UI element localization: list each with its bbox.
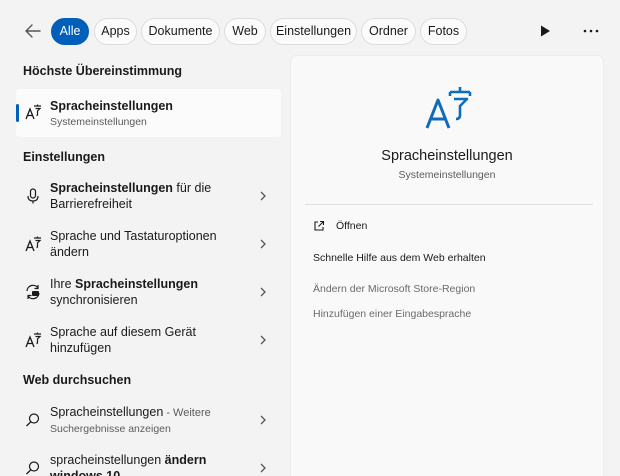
web-result-line1: spracheinstellungen ändern [50, 453, 207, 467]
settings-item-line2: synchronisieren [50, 293, 138, 307]
settings-item-line2: hinzufügen [50, 341, 112, 355]
preview-title: Spracheinstellungen [381, 148, 513, 164]
add-input-language-link[interactable]: Hinzufügen einer Eingabesprache [313, 308, 471, 320]
settings-item-line2: Barrierefreiheit [50, 197, 132, 211]
best-match-item[interactable]: Spracheinstellungen Systemeinstellungen [16, 89, 281, 137]
language-app-icon [425, 87, 472, 129]
language-icon [25, 104, 42, 120]
best-match-title: Spracheinstellungen [50, 99, 173, 113]
filter-web[interactable]: Web [224, 18, 266, 45]
settings-item-line1: Sprache auf diesem Gerät [50, 325, 196, 339]
chevron-right-icon [260, 287, 266, 297]
filter-settings[interactable]: Einstellungen [270, 18, 357, 45]
preview-panel: Spracheinstellungen Systemeinstellungen … [290, 55, 604, 476]
search-icon [26, 461, 40, 475]
chevron-right-icon [260, 239, 266, 249]
filter-bar: Alle Apps Dokumente Web Einstellungen Or… [0, 0, 620, 58]
more-options-icon[interactable] [580, 22, 602, 40]
preview-subtitle: Systemeinstellungen [398, 169, 496, 181]
chevron-right-icon [260, 415, 266, 425]
settings-item-sync-language[interactable]: Ihre Spracheinstellungen synchronisieren [16, 272, 281, 312]
settings-item-line1: Sprache und Tastaturoptionen [50, 229, 217, 243]
filter-all[interactable]: Alle [51, 18, 89, 45]
filter-folders[interactable]: Ordner [361, 18, 416, 45]
back-arrow-icon[interactable] [22, 20, 44, 42]
chevron-right-icon [260, 191, 266, 201]
store-region-link[interactable]: Ändern der Microsoft Store-Region [313, 283, 475, 295]
filter-apps[interactable]: Apps [94, 18, 137, 45]
settings-item-line1: Spracheinstellungen für die [50, 181, 212, 195]
web-search-heading: Web durchsuchen [23, 373, 132, 387]
open-button[interactable]: Öffnen [336, 220, 367, 232]
chevron-right-icon [260, 463, 266, 473]
sync-icon [26, 284, 40, 300]
filter-documents[interactable]: Dokumente [141, 18, 220, 45]
microphone-icon [27, 188, 39, 204]
open-external-icon [314, 220, 325, 231]
web-result-line2: windows 10 [50, 469, 121, 476]
web-result-item[interactable]: Spracheinstellungen - Weitere Suchergebn… [16, 400, 281, 440]
settings-heading: Einstellungen [23, 150, 105, 164]
chevron-right-icon [260, 335, 266, 345]
language-icon [25, 236, 42, 252]
settings-item-keyboard-options[interactable]: Sprache und Tastaturoptionen ändern [16, 224, 281, 264]
settings-item-line1: Ihre Spracheinstellungen [50, 277, 198, 291]
divider [305, 204, 593, 205]
search-icon [26, 413, 40, 427]
web-result-line2: Suchergebnisse anzeigen [50, 423, 171, 435]
web-result-item[interactable]: spracheinstellungen ändern windows 10 [16, 448, 281, 476]
best-match-subtitle: Systemeinstellungen [50, 116, 147, 128]
language-icon [25, 332, 42, 348]
settings-item-line2: ändern [50, 245, 89, 259]
best-match-heading: Höchste Übereinstimmung [23, 64, 183, 78]
web-help-link[interactable]: Schnelle Hilfe aus dem Web erhalten [313, 252, 486, 264]
settings-item-add-language[interactable]: Sprache auf diesem Gerät hinzufügen [16, 320, 281, 360]
selection-indicator [16, 104, 19, 122]
web-result-line1: Spracheinstellungen - Weitere [50, 405, 211, 419]
play-icon[interactable] [538, 24, 552, 38]
settings-item-accessibility-language[interactable]: Spracheinstellungen für die Barrierefrei… [16, 176, 281, 216]
filter-photos[interactable]: Fotos [420, 18, 467, 45]
